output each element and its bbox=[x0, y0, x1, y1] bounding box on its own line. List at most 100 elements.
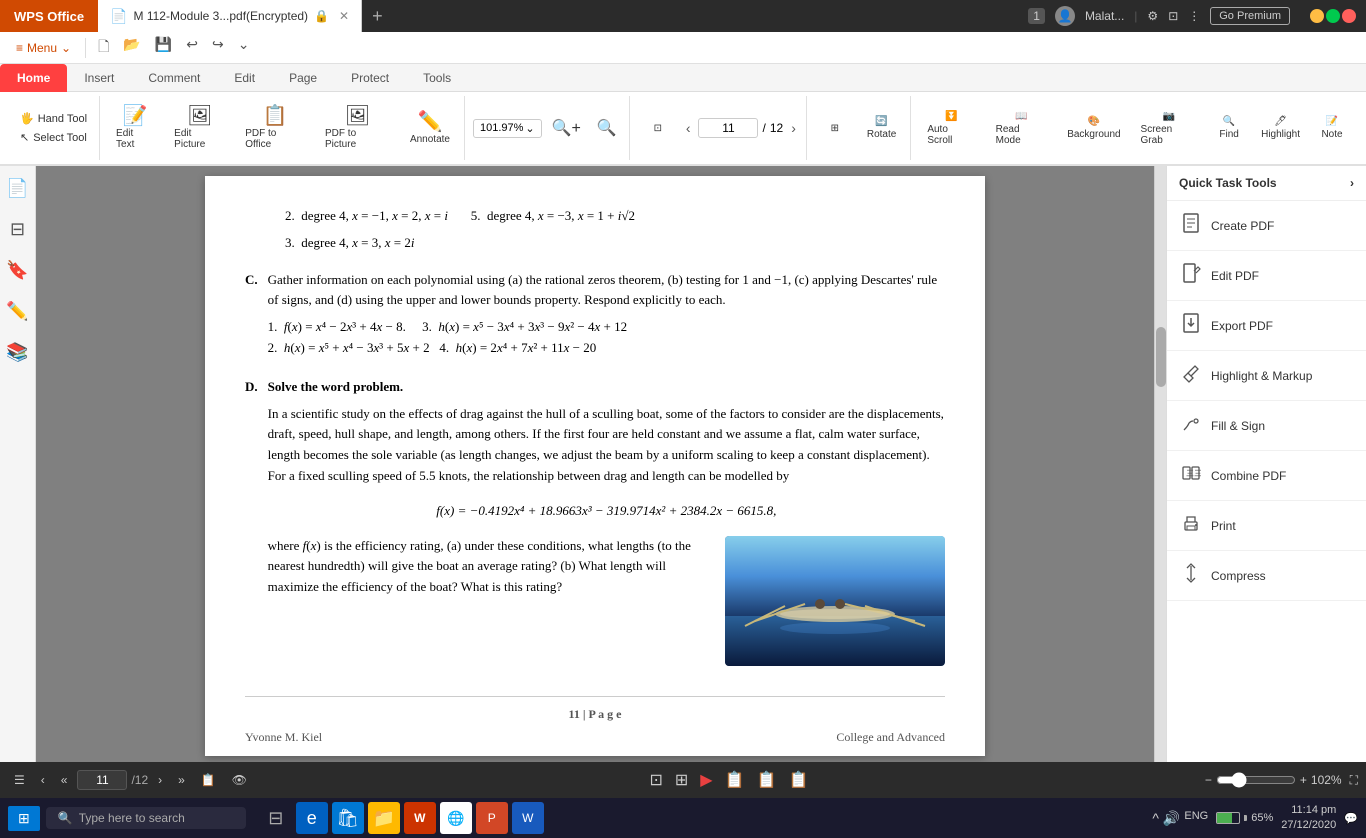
eye-icon[interactable]: 👁 bbox=[226, 771, 253, 789]
taskbar-app-edge[interactable]: e bbox=[296, 802, 328, 834]
zoom-selector[interactable]: 101.97% ⌄ bbox=[473, 119, 542, 138]
fullscreen-icon[interactable]: ⛶ bbox=[1350, 773, 1358, 788]
read-mode-button[interactable]: 📖 Read Mode bbox=[988, 107, 1056, 150]
taskbar-app-taskview[interactable]: ⊟ bbox=[260, 802, 292, 834]
fit-page-button[interactable]: ⊡ bbox=[638, 119, 678, 138]
print-item[interactable]: Print bbox=[1167, 501, 1366, 551]
first-page-status[interactable]: « bbox=[55, 771, 74, 789]
panel-expand-icon[interactable]: › bbox=[1350, 176, 1354, 190]
tab-tools[interactable]: Tools bbox=[406, 64, 468, 92]
taskbar-app-store[interactable]: 🛍 bbox=[332, 802, 364, 834]
taskbar-app-word[interactable]: W bbox=[512, 802, 544, 834]
tab-home[interactable]: Home bbox=[0, 64, 67, 92]
prev-page-button[interactable]: ‹ bbox=[682, 118, 695, 138]
pdf-scroll-area[interactable]: 2. degree 4, x = −1, x = 2, x = i 5. deg… bbox=[36, 166, 1154, 762]
go-premium-button[interactable]: Go Premium bbox=[1210, 7, 1290, 25]
tab-page[interactable]: Page bbox=[272, 64, 334, 92]
menubar: ≡ Menu ⌄ 🗋 📂 💾 ↩ ↪ ⌄ bbox=[0, 32, 1366, 64]
auto-scroll-button[interactable]: ⏬ Auto Scroll bbox=[919, 107, 983, 150]
tab-insert[interactable]: Insert bbox=[67, 64, 131, 92]
status-icon-5[interactable]: 📋 bbox=[788, 770, 808, 790]
taskbar-app-chrome[interactable]: 🌐 bbox=[440, 802, 472, 834]
zoom-plus-icon[interactable]: + bbox=[1300, 773, 1307, 787]
annotate-button[interactable]: ✏️ Annotate bbox=[402, 108, 458, 149]
undo-icon[interactable]: ↩ bbox=[180, 32, 204, 64]
footer-left: Yvonne M. Kiel bbox=[245, 728, 322, 747]
zoom-slider[interactable] bbox=[1216, 772, 1296, 788]
background-button[interactable]: 🎨 Background bbox=[1059, 112, 1128, 144]
taskbar-app-folder[interactable]: 📁 bbox=[368, 802, 400, 834]
tab-comment[interactable]: Comment bbox=[131, 64, 217, 92]
sidebar-bookmark-icon[interactable]: 🔖 bbox=[2, 256, 32, 285]
create-pdf-item[interactable]: Create PDF bbox=[1167, 201, 1366, 251]
next-page-button[interactable]: › bbox=[787, 118, 800, 138]
highlight-button[interactable]: 🖊 Highlight bbox=[1253, 112, 1308, 144]
fill-sign-item[interactable]: Fill & Sign bbox=[1167, 401, 1366, 451]
maximize-button[interactable] bbox=[1326, 9, 1340, 23]
new-file-icon[interactable]: 🗋 bbox=[92, 32, 115, 64]
note-button[interactable]: 📝 Note bbox=[1312, 112, 1352, 144]
export-pdf-item[interactable]: Export PDF bbox=[1167, 301, 1366, 351]
sidebar-layer-icon[interactable]: 📚 bbox=[2, 338, 32, 367]
page-navigation: ‹ / 12 › bbox=[682, 118, 800, 138]
screen-grab-button[interactable]: 📷 Screen Grab bbox=[1133, 107, 1206, 150]
zoom-minus-icon[interactable]: − bbox=[1205, 773, 1212, 787]
fill-sign-icon bbox=[1181, 413, 1201, 438]
more-icon[interactable]: ⌄ bbox=[232, 32, 256, 64]
taskbar-app-wps[interactable]: W bbox=[404, 802, 436, 834]
zoom-in-button[interactable]: 🔍+ bbox=[546, 116, 587, 140]
wps-logo[interactable]: WPS Office bbox=[0, 0, 98, 32]
spread-view-button[interactable]: ⊞ bbox=[815, 119, 855, 138]
status-icon-3[interactable]: 📋 bbox=[725, 770, 745, 790]
open-file-icon[interactable]: 📂 bbox=[117, 32, 146, 64]
menu-toggle[interactable]: ≡ Menu ⌄ bbox=[8, 37, 79, 59]
prev-page-status[interactable]: ‹ bbox=[35, 771, 51, 789]
edit-picture-button[interactable]: 🖼 Edit Picture bbox=[166, 102, 233, 154]
tab-edit[interactable]: Edit bbox=[217, 64, 272, 92]
zoom-out-button[interactable]: 🔍 bbox=[591, 116, 623, 140]
page-number-input[interactable] bbox=[698, 118, 758, 138]
last-page-status[interactable]: » bbox=[172, 771, 191, 789]
page-input-status[interactable] bbox=[77, 770, 127, 790]
add-tab-button[interactable]: + bbox=[362, 6, 393, 27]
sidebar-thumbnail-icon[interactable]: ⊟ bbox=[6, 215, 29, 244]
edit-text-button[interactable]: 📝 Edit Text bbox=[108, 102, 162, 154]
next-page-status[interactable]: › bbox=[152, 771, 168, 789]
snapshot-icon[interactable]: 📋 bbox=[195, 771, 222, 789]
minimize-button[interactable] bbox=[1310, 9, 1324, 23]
pdf-to-picture-button[interactable]: 🖼 PDF to Picture bbox=[317, 102, 398, 154]
edit-pdf-item[interactable]: Edit PDF bbox=[1167, 251, 1366, 301]
notification-icon[interactable]: 💬 bbox=[1344, 812, 1358, 825]
document-tab[interactable]: 📄 M 112-Module 3...pdf(Encrypted) 🔒 ✕ bbox=[98, 0, 362, 32]
sidebar-page-icon[interactable]: 📄 bbox=[2, 174, 32, 203]
pdf-scrollbar[interactable] bbox=[1154, 166, 1166, 762]
select-tool-button[interactable]: ↖ Select Tool bbox=[14, 129, 93, 146]
hand-tool-button[interactable]: 🖐 Hand Tool bbox=[14, 110, 93, 127]
tab-protect[interactable]: Protect bbox=[334, 64, 406, 92]
search-box[interactable]: 🔍 Type here to search bbox=[46, 807, 246, 829]
status-menu-icon[interactable]: ☰ bbox=[8, 771, 31, 789]
status-icon-4[interactable]: 📋 bbox=[757, 770, 777, 790]
scrollbar-thumb[interactable] bbox=[1156, 327, 1166, 387]
status-icon-2[interactable]: ⊞ bbox=[675, 770, 688, 790]
highlight-markup-item[interactable]: Highlight & Markup bbox=[1167, 351, 1366, 401]
rotate-button[interactable]: 🔄 Rotate bbox=[859, 112, 904, 144]
sidebar-annotation-icon[interactable]: ✏️ bbox=[2, 297, 32, 326]
redo-icon[interactable]: ↪ bbox=[206, 32, 230, 64]
pdf-to-office-button[interactable]: 📋 PDF to Office bbox=[237, 102, 313, 154]
fit-page-icon: ⊡ bbox=[654, 123, 662, 134]
network-icon[interactable]: ^ bbox=[1152, 810, 1159, 827]
clock[interactable]: 11:14 pm 27/12/2020 bbox=[1281, 803, 1336, 834]
save-icon[interactable]: 💾 bbox=[149, 32, 178, 64]
compress-item[interactable]: Compress bbox=[1167, 551, 1366, 601]
taskbar-app-ppt[interactable]: P bbox=[476, 802, 508, 834]
speaker-icon[interactable]: 🔊 bbox=[1163, 810, 1180, 827]
start-button[interactable]: ⊞ bbox=[8, 806, 40, 831]
combine-pdf-item[interactable]: 三三 Combine PDF bbox=[1167, 451, 1366, 501]
close-button[interactable] bbox=[1342, 9, 1356, 23]
status-icon-1[interactable]: ⊡ bbox=[649, 770, 662, 790]
tab-close-icon[interactable]: ✕ bbox=[339, 9, 349, 23]
section-d-content: Solve the word problem. In a scientific … bbox=[268, 377, 945, 666]
find-button[interactable]: 🔍 Find bbox=[1209, 112, 1249, 144]
status-play-icon[interactable]: ▶ bbox=[700, 770, 712, 790]
